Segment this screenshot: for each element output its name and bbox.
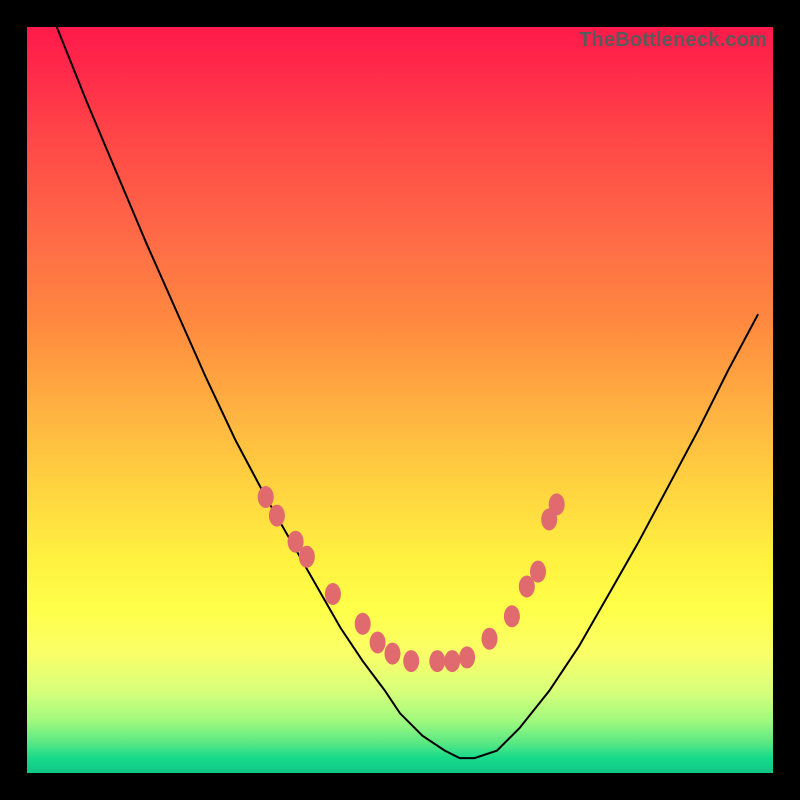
highlight-marker	[269, 505, 285, 527]
highlight-marker	[429, 650, 445, 672]
curve-layer	[27, 27, 773, 773]
highlight-marker	[549, 493, 565, 515]
chart-frame: TheBottleneck.com	[0, 0, 800, 800]
highlight-marker	[459, 646, 475, 668]
highlight-marker	[444, 650, 460, 672]
highlight-marker	[299, 546, 315, 568]
plot-area: TheBottleneck.com	[27, 27, 773, 773]
highlight-marker	[370, 632, 386, 654]
highlight-marker	[403, 650, 419, 672]
highlight-marker	[504, 605, 520, 627]
watermark-text: TheBottleneck.com	[579, 29, 767, 52]
highlight-marker	[258, 486, 274, 508]
highlight-marker	[325, 583, 341, 605]
bottleneck-curve	[57, 27, 758, 758]
marker-group	[258, 486, 565, 672]
highlight-marker	[482, 628, 498, 650]
highlight-marker	[385, 643, 401, 665]
highlight-marker	[355, 613, 371, 635]
highlight-marker	[530, 561, 546, 583]
